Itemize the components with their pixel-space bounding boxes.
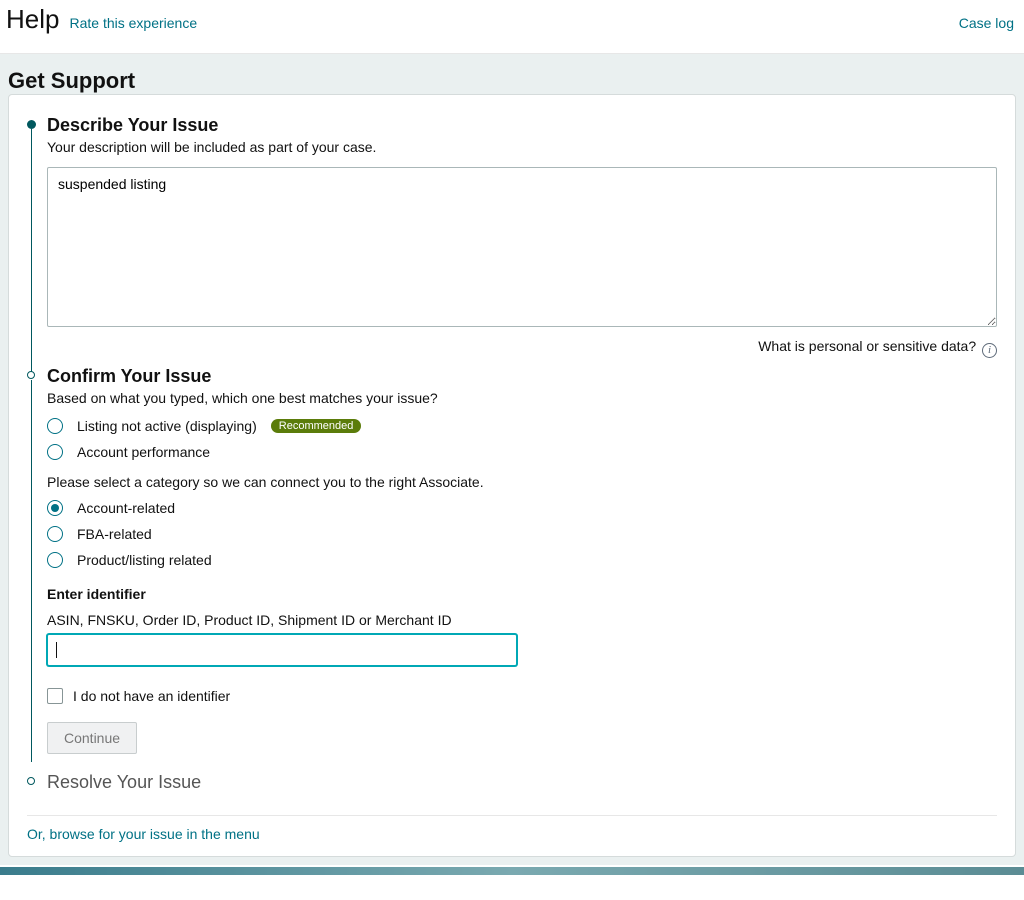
step-dot-filled-icon [27, 120, 36, 129]
step1-subtitle: Your description will be included as par… [47, 139, 997, 155]
option-label: Account performance [77, 444, 210, 460]
case-log-link[interactable]: Case log [959, 15, 1014, 31]
category-product-listing-related[interactable]: Product/listing related [47, 552, 997, 568]
radio-icon[interactable] [47, 526, 63, 542]
sensitive-data-link[interactable]: What is personal or sensitive data? [758, 338, 976, 354]
radio-icon[interactable] [47, 418, 63, 434]
footer-decorative-strip [0, 867, 1024, 875]
option-label: Listing not active (displaying) [77, 418, 257, 434]
divider [27, 815, 997, 816]
step2-title: Confirm Your Issue [47, 366, 997, 387]
category-prompt: Please select a category so we can conne… [47, 474, 997, 490]
step-describe: Describe Your Issue Your description wil… [27, 115, 997, 358]
radio-icon[interactable] [47, 500, 63, 516]
step2-subtitle: Based on what you typed, which one best … [47, 390, 997, 406]
identifier-label: Enter identifier [47, 586, 997, 602]
issue-option-account-performance[interactable]: Account performance [47, 444, 997, 460]
subheader: Get Support [0, 54, 1024, 94]
no-identifier-row[interactable]: I do not have an identifier [47, 688, 997, 704]
radio-icon[interactable] [47, 552, 63, 568]
step-connector [31, 380, 32, 762]
step-connector [31, 129, 32, 372]
category-label: Account-related [77, 500, 175, 516]
continue-button[interactable]: Continue [47, 722, 137, 754]
support-panel: Describe Your Issue Your description wil… [8, 94, 1016, 857]
category-account-related[interactable]: Account-related [47, 500, 997, 516]
info-icon[interactable]: i [982, 343, 997, 358]
page-title: Get Support [8, 68, 1016, 94]
browse-menu-link[interactable]: Or, browse for your issue in the menu [27, 826, 260, 842]
step-dot-hollow-icon [27, 371, 35, 379]
page-header: Help Rate this experience Case log [0, 0, 1024, 54]
text-caret-icon [56, 642, 57, 658]
recommended-badge: Recommended [271, 419, 362, 433]
radio-icon[interactable] [47, 444, 63, 460]
rate-experience-link[interactable]: Rate this experience [69, 15, 197, 31]
category-label: FBA-related [77, 526, 152, 542]
checkbox-icon[interactable] [47, 688, 63, 704]
sensitive-data-row: What is personal or sensitive data? i [47, 338, 997, 358]
step-confirm: Confirm Your Issue Based on what you typ… [27, 366, 997, 754]
identifier-hint: ASIN, FNSKU, Order ID, Product ID, Shipm… [47, 612, 997, 628]
help-title: Help [6, 4, 59, 35]
step-dot-hollow-icon [27, 777, 35, 785]
issue-option-listing-not-active[interactable]: Listing not active (displaying) Recommen… [47, 418, 997, 434]
issue-description-textarea[interactable] [47, 167, 997, 327]
category-label: Product/listing related [77, 552, 212, 568]
identifier-input[interactable] [47, 634, 517, 666]
step-resolve: Resolve Your Issue [27, 772, 997, 793]
no-identifier-label: I do not have an identifier [73, 688, 230, 704]
step3-title: Resolve Your Issue [47, 772, 997, 793]
category-fba-related[interactable]: FBA-related [47, 526, 997, 542]
step1-title: Describe Your Issue [47, 115, 997, 136]
